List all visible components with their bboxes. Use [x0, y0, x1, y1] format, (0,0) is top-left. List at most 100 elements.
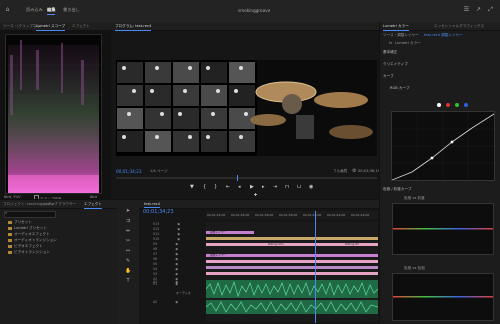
camera-angle-tile[interactable]: [145, 85, 171, 106]
razor-tool-icon[interactable]: ✂: [125, 238, 131, 244]
camera-angle-tile[interactable]: [173, 62, 199, 83]
out-point-icon[interactable]: }: [214, 184, 217, 190]
tab-lumetri-scopes[interactable]: Lumetri スコープ: [36, 24, 66, 31]
in-point-icon[interactable]: {: [203, 184, 206, 190]
program-timecode-current[interactable]: 00;01;34;23: [116, 169, 142, 174]
clip-bar[interactable]: [206, 237, 378, 240]
camera-angle-tile[interactable]: [173, 85, 199, 106]
extract-icon[interactable]: ⊔: [297, 184, 301, 190]
share-icon[interactable]: ↗: [475, 6, 482, 13]
hue-vs-hue-graph[interactable]: [392, 273, 494, 321]
quality-dropdown[interactable]: フル画質: [333, 169, 347, 174]
type-tool-icon[interactable]: T: [125, 278, 131, 284]
camera-angle-tile[interactable]: [117, 131, 143, 152]
slip-tool-icon[interactable]: ↔: [125, 248, 131, 254]
audio-clip-a1[interactable]: [205, 280, 379, 298]
camera-angle-tile[interactable]: [201, 131, 227, 152]
ripple-edit-tool-icon[interactable]: ⇹: [125, 228, 131, 234]
camera-angle-tile[interactable]: [145, 62, 171, 83]
fit-dropdown[interactable]: 1/4 ページ: [150, 169, 168, 174]
track-visibility-icon[interactable]: ◉: [175, 247, 178, 251]
sequence-clip-label[interactable]: test-rec4 調整レイヤー: [424, 33, 463, 38]
camera-angle-tile[interactable]: [201, 85, 227, 106]
export-frame-icon[interactable]: ◉: [309, 184, 313, 190]
track-visibility-icon[interactable]: ◉: [175, 252, 178, 256]
button-editor-icon[interactable]: ✚: [254, 192, 257, 197]
channel-white-dot[interactable]: [437, 103, 441, 107]
camera-angle-tile[interactable]: [229, 131, 255, 152]
track-visibility-icon[interactable]: ◉: [175, 257, 178, 261]
clip-bar[interactable]: [206, 272, 378, 275]
hue-vs-sat-graph[interactable]: [392, 203, 494, 255]
go-to-out-icon[interactable]: ⇥: [273, 184, 277, 190]
folder-video-transitions[interactable]: ビデオトランジション: [8, 250, 50, 255]
tab-lumetri-color[interactable]: Lumetri カラー: [383, 24, 409, 31]
hand-tool-icon[interactable]: ✋: [125, 268, 131, 274]
camera-angle-tile[interactable]: [145, 131, 171, 152]
folder-lumetri-presets[interactable]: Lumetri プリセット: [8, 226, 47, 231]
track-visibility-icon[interactable]: ◉: [177, 237, 180, 241]
channel-green-dot[interactable]: [455, 103, 459, 107]
audio-clip-a2[interactable]: [205, 300, 379, 314]
track-visibility-icon[interactable]: ◉: [175, 300, 178, 304]
track-visibility-icon[interactable]: ◉: [175, 242, 178, 246]
folder-video-effects[interactable]: ビデオエフェクト: [8, 244, 43, 249]
camera-angle-tile[interactable]: [117, 108, 143, 129]
rgb-curve-graph[interactable]: [391, 111, 495, 181]
section-basic-correction[interactable]: 基本補正: [383, 50, 397, 55]
fullscreen-icon[interactable]: ⤢: [487, 6, 494, 13]
camera-angle-tile[interactable]: [117, 85, 143, 106]
channel-red-dot[interactable]: [446, 103, 450, 107]
camera-angle-tile[interactable]: [229, 85, 255, 106]
program-playhead[interactable]: [237, 175, 238, 181]
folder-presets[interactable]: プリセット: [8, 220, 32, 225]
home-icon[interactable]: ⌂: [4, 6, 11, 13]
nav-export[interactable]: 書き出し: [63, 7, 80, 13]
track-visibility-icon[interactable]: ◉: [175, 280, 178, 284]
go-to-in-icon[interactable]: ⇤: [226, 184, 230, 190]
timeline-timecode[interactable]: 00;01;34;23: [143, 209, 174, 215]
track-select-tool-icon[interactable]: ⇉: [125, 218, 131, 224]
pen-tool-icon[interactable]: ✎: [125, 258, 131, 264]
nav-edit[interactable]: 編集: [47, 7, 56, 15]
track-visibility-icon[interactable]: ◉: [177, 222, 180, 226]
program-scrub-bar[interactable]: [116, 177, 377, 179]
selection-tool-icon[interactable]: ➤: [125, 208, 131, 214]
track-visibility-icon[interactable]: ◉: [177, 227, 180, 231]
clip-bar[interactable]: [206, 266, 378, 269]
tab-sequence[interactable]: test-rec4: [144, 202, 161, 208]
track-visibility-icon[interactable]: ◉: [177, 232, 180, 236]
effects-search-input[interactable]: [4, 211, 56, 218]
tab-effects-panel[interactable]: エフェクト: [84, 202, 102, 209]
folder-audio-effects[interactable]: オーディオエフェクト: [8, 232, 50, 237]
camera-angle-tile[interactable]: [173, 131, 199, 152]
tab-program[interactable]: プログラム: test-rec4: [115, 24, 152, 31]
camera-angle-tile[interactable]: [117, 62, 143, 83]
play-icon[interactable]: ▶: [250, 184, 254, 190]
track-visibility-icon[interactable]: ◉: [175, 272, 178, 276]
camera-angle-tile[interactable]: [145, 108, 171, 129]
track-visibility-icon[interactable]: ◉: [175, 267, 178, 271]
channel-blue-dot[interactable]: [464, 103, 468, 107]
clip-bar[interactable]: [206, 260, 378, 263]
section-curves[interactable]: カーブ: [383, 74, 394, 79]
track-visibility-icon[interactable]: ◉: [175, 262, 178, 266]
clip-bar[interactable]: [206, 254, 378, 257]
camera-angle-tile[interactable]: [201, 62, 227, 83]
workspace-icon[interactable]: ☰: [463, 6, 470, 13]
hue-sat-curves-label[interactable]: 色相 / 彩度カーブ: [383, 187, 411, 192]
section-creative[interactable]: クリエイティブ: [383, 62, 408, 67]
source-clip-label[interactable]: ソース・調整レイヤー: [383, 33, 419, 38]
step-back-icon[interactable]: ◂: [238, 184, 241, 190]
camera-angle-tile[interactable]: [229, 62, 255, 83]
tab-effects[interactable]: エフェクト: [72, 24, 90, 29]
camera-angle-tile[interactable]: [173, 108, 199, 129]
nav-import[interactable]: 読み込み: [26, 7, 43, 13]
timeline-playhead[interactable]: [315, 211, 316, 323]
camera-angle-tile[interactable]: [201, 108, 227, 129]
rgb-curve-label[interactable]: RGB カーブ: [390, 86, 409, 91]
step-forward-icon[interactable]: ▸: [262, 184, 265, 190]
lift-icon[interactable]: ⊓: [285, 184, 289, 190]
tab-media-browser[interactable]: メディアブラウザー: [44, 202, 76, 207]
track-header[interactable]: A2 ◉: [143, 300, 205, 306]
